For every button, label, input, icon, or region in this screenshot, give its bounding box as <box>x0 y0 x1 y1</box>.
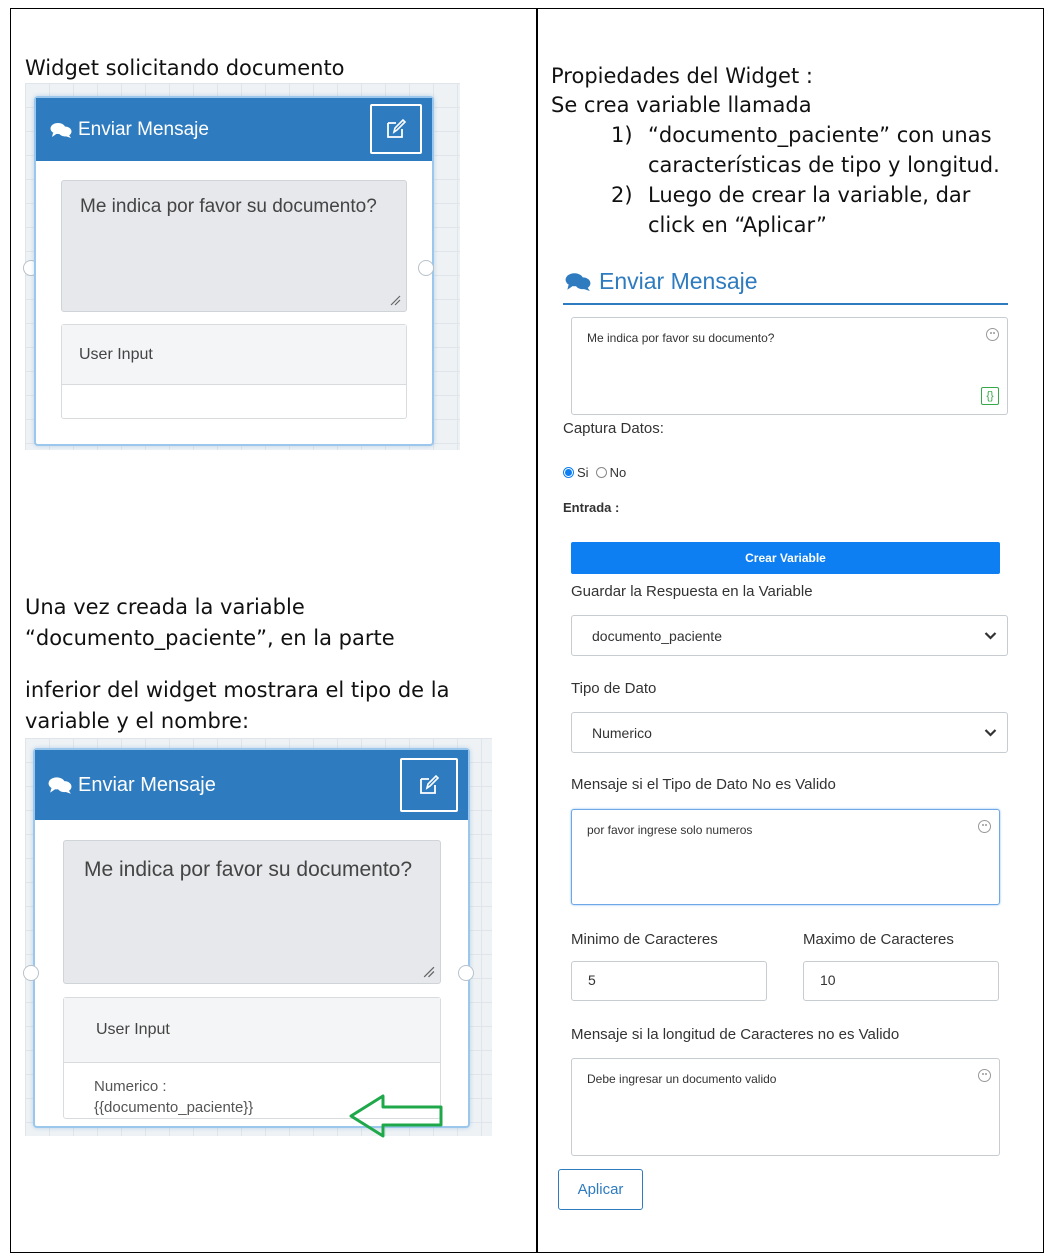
emoji-icon[interactable] <box>986 328 999 341</box>
widget-title: Enviar Mensaje <box>78 118 209 140</box>
green-arrow-annotation <box>349 1094 443 1138</box>
step-2-line-1: Luego de crear la variable, dar <box>648 183 971 207</box>
entrada-label: Entrada : <box>563 500 620 515</box>
variable-name: {{documento_paciente}} <box>94 1099 254 1116</box>
variable-insert-icon[interactable]: {} <box>981 387 999 405</box>
max-chars-input[interactable]: 10 <box>803 961 999 1001</box>
caption-line-1: Una vez creada la variable <box>25 595 305 619</box>
captura-datos-label: Captura Datos: <box>563 420 664 437</box>
tipo-dato-select[interactable]: Numerico <box>571 712 1008 753</box>
edit-button[interactable] <box>400 758 458 812</box>
user-input-label: User Input <box>64 998 440 1063</box>
message-textarea[interactable]: Me indica por favor su documento? {} <box>571 317 1008 415</box>
output-connector[interactable] <box>458 965 474 981</box>
radio-no[interactable] <box>595 467 607 478</box>
invalid-length-text: Debe ingresar un documento valido <box>587 1072 777 1086</box>
guardar-variable-select[interactable]: documento_paciente <box>571 615 1008 656</box>
step-2-line-2: click en “Aplicar” <box>648 213 827 237</box>
caption-widget-request: Widget solicitando documento <box>25 56 345 80</box>
caption-line-3: inferior del widget mostrara el tipo de … <box>25 678 450 702</box>
step-1-line-1: “documento_paciente” con unas <box>648 123 992 147</box>
max-chars-label: Maximo de Caracteres <box>803 931 954 948</box>
invalid-type-text: por favor ingrese solo numeros <box>587 823 753 837</box>
table-column-divider <box>536 8 538 1253</box>
chevron-down-icon <box>984 631 997 640</box>
widget-enviar-mensaje-2[interactable]: Enviar Mensaje Me indica por favor su do… <box>33 748 470 1128</box>
panel-title-text: Enviar Mensaje <box>599 268 758 294</box>
resize-handle-icon[interactable] <box>389 294 401 306</box>
properties-heading: Propiedades del Widget : <box>551 64 813 88</box>
input-connector[interactable] <box>23 965 39 981</box>
chat-icon <box>48 777 72 794</box>
emoji-icon[interactable] <box>978 1069 991 1082</box>
min-chars-label: Minimo de Caracteres <box>571 931 718 948</box>
edit-button[interactable] <box>370 104 422 154</box>
panel-title: Enviar Mensaje <box>565 268 758 295</box>
emoji-icon[interactable] <box>978 820 991 833</box>
guardar-label: Guardar la Respuesta en la Variable <box>571 583 813 600</box>
caption-line-4: variable y el nombre: <box>25 709 250 733</box>
chat-icon <box>50 122 72 138</box>
radio-si[interactable] <box>563 467 574 478</box>
message-text: Me indica por favor su documento? <box>587 331 775 345</box>
guardar-value: documento_paciente <box>592 627 722 644</box>
invalid-type-label: Mensaje si el Tipo de Dato No es Valido <box>571 776 836 793</box>
widget-title: Enviar Mensaje <box>78 773 216 796</box>
variable-type: Numerico : <box>94 1078 167 1095</box>
message-textarea[interactable]: Me indica por favor su documento? <box>63 840 441 984</box>
widget-enviar-mensaje-1[interactable]: Enviar Mensaje Me indica por favor su do… <box>34 96 434 446</box>
flow-canvas-1: Enviar Mensaje Me indica por favor su do… <box>23 83 460 450</box>
aplicar-button[interactable]: Aplicar <box>558 1169 643 1210</box>
widget-header: Enviar Mensaje <box>36 98 432 161</box>
tipo-dato-label: Tipo de Dato <box>571 680 657 697</box>
invalid-length-textarea[interactable]: Debe ingresar un documento valido <box>571 1058 1000 1156</box>
properties-intro: Se crea variable llamada <box>551 93 812 117</box>
widget-header: Enviar Mensaje <box>35 750 468 820</box>
chat-icon <box>565 273 591 291</box>
panel-divider <box>563 303 1008 305</box>
crear-variable-button[interactable]: Crear Variable <box>571 542 1000 574</box>
invalid-length-label: Mensaje si la longitud de Caracteres no … <box>571 1026 900 1043</box>
flow-canvas-2: Enviar Mensaje Me indica por favor su do… <box>23 738 492 1138</box>
max-chars-value: 10 <box>820 972 836 988</box>
step-number-2: 2) <box>611 183 633 207</box>
variable-info: Numerico : {{documento_paciente}} <box>94 1076 253 1118</box>
captura-radio-group: Si No <box>563 465 626 480</box>
min-chars-input[interactable]: 5 <box>571 961 767 1001</box>
radio-no-label: No <box>609 465 627 480</box>
message-textarea[interactable]: Me indica por favor su documento? <box>61 180 407 312</box>
message-text: Me indica por favor su documento? <box>80 196 377 217</box>
resize-handle-icon[interactable] <box>422 965 435 978</box>
step-number-1: 1) <box>611 123 633 147</box>
step-1-line-2: características de tipo y longitud. <box>648 153 1000 177</box>
chevron-down-icon <box>984 728 997 737</box>
radio-si-label: Si <box>577 465 589 480</box>
tipo-value: Numerico <box>592 724 652 741</box>
min-chars-value: 5 <box>588 972 596 988</box>
output-connector[interactable] <box>418 260 434 276</box>
edit-icon <box>420 774 440 794</box>
invalid-type-textarea[interactable]: por favor ingrese solo numeros <box>571 809 1000 905</box>
edit-icon <box>387 118 407 138</box>
user-input-label: User Input <box>62 325 406 385</box>
message-text: Me indica por favor su documento? <box>84 858 413 881</box>
user-input-section[interactable]: User Input <box>61 324 407 419</box>
caption-line-2: “documento_paciente”, en la parte <box>25 626 395 650</box>
